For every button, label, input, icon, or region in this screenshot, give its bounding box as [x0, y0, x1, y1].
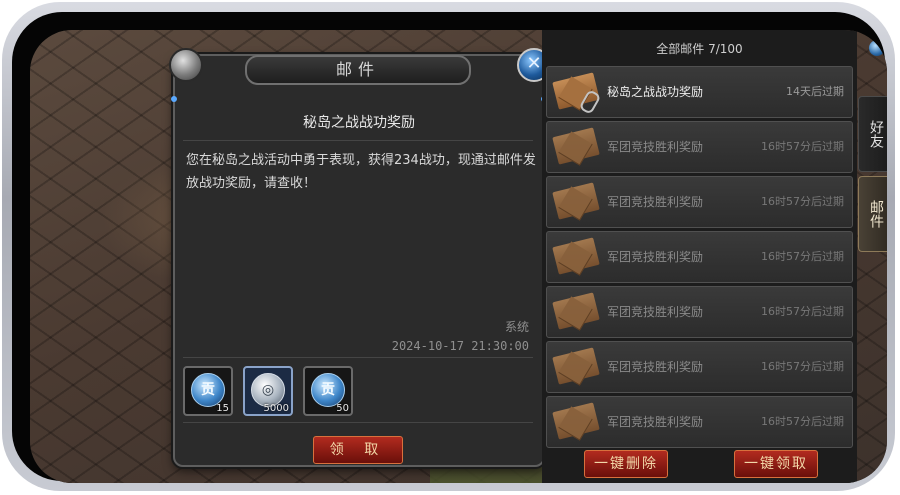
- reward-count: 15: [216, 403, 229, 414]
- envelope-icon: [552, 292, 600, 331]
- mail-count-header: 全部邮件 7/100: [656, 42, 743, 56]
- reward-list: 贡 15 ◎ 5000 贡 50: [183, 361, 533, 421]
- mail-body: 您在秘岛之战活动中勇于表现，获得234战功，现通过邮件发放战功奖励，请查收！: [186, 153, 536, 191]
- mail-item-expire: 14天后过期: [786, 85, 844, 98]
- mail-sender: 系统: [504, 320, 529, 334]
- reward-count: 50: [336, 403, 349, 414]
- mail-detail-panel: 邮件 ✕ 秘岛之战战功奖励 您在秘岛之战活动中勇于表现，获得234战功，现通过邮…: [169, 48, 551, 467]
- mail-item-name: 军团竞技胜利奖励: [607, 250, 704, 264]
- divider: [183, 140, 533, 141]
- silver-coin-icon: ◎: [251, 373, 285, 407]
- claim-button[interactable]: 领 取: [313, 436, 403, 464]
- divider: [183, 357, 533, 358]
- mail-item-expire: 16时57分后过期: [761, 140, 844, 153]
- reward-item[interactable]: ◎ 5000: [243, 366, 293, 416]
- mail-list-item[interactable]: 秘岛之战战功奖励 14天后过期: [546, 66, 853, 118]
- mail-list-item[interactable]: 军团竞技胜利奖励 16时57分后过期: [546, 396, 853, 448]
- mail-item-name: 军团竞技胜利奖励: [607, 360, 704, 374]
- mail-item-expire: 16时57分后过期: [761, 360, 844, 373]
- mail-list-panel: 全部邮件 7/100 秘岛之战战功奖励 14天后过期 军团竞技胜利奖励 16时5…: [542, 30, 857, 483]
- envelope-icon: [552, 347, 600, 386]
- mail-list-item[interactable]: 军团竞技胜利奖励 16时57分后过期: [546, 341, 853, 393]
- mail-item-expire: 16时57分后过期: [761, 250, 844, 263]
- claim-all-button[interactable]: 一键领取: [734, 450, 818, 478]
- mail-item-name: 秘岛之战战功奖励: [607, 85, 704, 99]
- envelope-icon: [552, 72, 602, 116]
- phone-bezel: 邮件 ✕ 秘岛之战战功奖励 您在秘岛之战活动中勇于表现，获得234战功，现通过邮…: [12, 12, 887, 483]
- divider: [183, 422, 533, 423]
- game-screen: 邮件 ✕ 秘岛之战战功奖励 您在秘岛之战活动中勇于表现，获得234战功，现通过邮…: [30, 30, 887, 483]
- phone-frame: 邮件 ✕ 秘岛之战战功奖励 您在秘岛之战活动中勇于表现，获得234战功，现通过邮…: [2, 2, 895, 491]
- reward-count: 5000: [263, 403, 289, 414]
- panel-gem-icon: [171, 96, 177, 102]
- contribution-icon: 贡: [191, 373, 225, 407]
- reward-item[interactable]: 贡 15: [183, 366, 233, 416]
- contribution-icon: 贡: [311, 373, 345, 407]
- mail-title: 秘岛之战战功奖励: [303, 115, 415, 131]
- mail-date: 2024-10-17 21:30:00: [391, 339, 529, 353]
- mail-item-expire: 16时57分后过期: [761, 305, 844, 318]
- panel-ornament-icon: [169, 48, 203, 82]
- mail-item-expire: 16时57分后过期: [761, 195, 844, 208]
- mail-item-name: 军团竞技胜利奖励: [607, 415, 704, 429]
- mail-list-item[interactable]: 军团竞技胜利奖励 16时57分后过期: [546, 121, 853, 173]
- mail-item-name: 军团竞技胜利奖励: [607, 140, 704, 154]
- mail-list-item[interactable]: 军团竞技胜利奖励 16时57分后过期: [546, 231, 853, 283]
- delete-all-button[interactable]: 一键删除: [584, 450, 668, 478]
- envelope-icon: [552, 402, 600, 441]
- mail-item-name: 军团竞技胜利奖励: [607, 195, 704, 209]
- window-title: 邮件: [245, 55, 471, 85]
- mail-item-name: 军团竞技胜利奖励: [607, 305, 704, 319]
- reward-item[interactable]: 贡 50: [303, 366, 353, 416]
- mail-item-expire: 16时57分后过期: [761, 415, 844, 428]
- envelope-icon: [552, 237, 600, 276]
- envelope-icon: [552, 127, 600, 166]
- envelope-icon: [552, 182, 600, 221]
- tab-mail[interactable]: 邮件: [858, 176, 887, 252]
- tab-friends[interactable]: 好友: [858, 96, 887, 172]
- mail-list-item[interactable]: 军团竞技胜利奖励 16时57分后过期: [546, 286, 853, 338]
- gem-indicator-icon: [869, 40, 885, 56]
- mail-list-item[interactable]: 军团竞技胜利奖励 16时57分后过期: [546, 176, 853, 228]
